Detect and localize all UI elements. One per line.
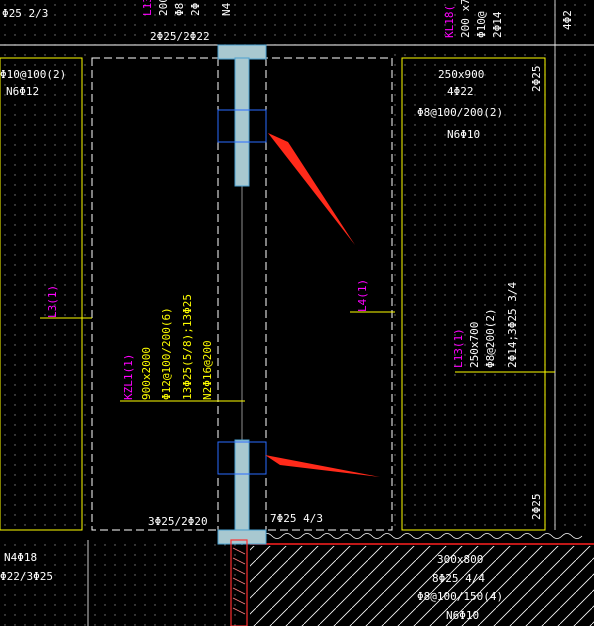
label-top-col-a-2: 200 (157, 0, 170, 16)
label-bottom-mid-rebar: 7Φ25 4/3 (270, 512, 323, 525)
label-bottom-right-2: 8Φ25 4/4 (432, 572, 485, 585)
label-right-beam-side: N6Φ10 (447, 128, 480, 141)
label-top-col-a-1: L13 (141, 0, 154, 16)
label-top-col-b: N4 (220, 2, 233, 16)
label-kl-top-right-4: 2Φ14 (491, 11, 504, 38)
label-right-top-4: 4Φ2 (561, 10, 574, 30)
label-bottom-left-1: N4Φ18 (4, 551, 37, 564)
label-kzl-3: Φ12@100/200(6) (160, 307, 173, 400)
label-right-beam-stirrup: Φ8@100/200(2) (417, 106, 503, 119)
label-kl-top-right-1: KL18( (443, 5, 456, 38)
label-top-col-a-3: Φ8 (173, 3, 186, 16)
label-left-side-bar: N6Φ12 (6, 85, 39, 98)
label-bottom-left-rebar: 3Φ25/2Φ20 (148, 515, 208, 528)
label-right-vert-top: 2Φ25 (530, 66, 543, 93)
label-kl-top-right-3: Φ10@ (475, 11, 488, 38)
cad-drawing-canvas[interactable]: Φ25 2/3 L13 200 Φ8 2Φ N4 2Φ25/2Φ22 Φ10@1… (0, 0, 594, 626)
label-right-beam-size: 250x900 (438, 68, 484, 81)
label-top-beam-rebar: 2Φ25/2Φ22 (150, 30, 210, 43)
label-bottom-right-3: Φ8@100/150(4) (417, 590, 503, 603)
label-right-vert-bottom: 2Φ25 (530, 494, 543, 521)
label-top-col-a-4: 2Φ (189, 3, 202, 16)
label-kzl-4: 13Φ25(5/8);13Φ25 (181, 294, 194, 400)
label-l13-2: 250x700 (468, 322, 481, 368)
label-bottom-right-1: 300x800 (437, 553, 483, 566)
label-l13-4: 2Φ14;3Φ25 3/4 (506, 282, 519, 368)
label-l13-1: L13(1) (452, 328, 465, 368)
ground-texture (261, 533, 583, 539)
ground-hatch-area (250, 546, 594, 626)
grid-area-top (0, 0, 594, 45)
label-bottom-left-2: Φ22/3Φ25 (0, 570, 53, 583)
label-kzl-2: 900x2000 (140, 347, 153, 400)
label-kl-top-right-2: 200 x7 (459, 0, 472, 38)
label-left-stirrup: Φ10@100(2) (0, 68, 66, 81)
label-l13-3: Φ8@200(2) (484, 308, 497, 368)
label-left-beam-id: L3(1) (46, 285, 59, 318)
label-right-beam-top: 4Φ22 (447, 85, 474, 98)
label-bottom-right-4: N6Φ10 (446, 609, 479, 622)
label-top-left-partial: Φ25 2/3 (2, 7, 48, 20)
label-l4: L4(1) (356, 279, 369, 312)
label-kzl-1: KZL1(1) (122, 354, 135, 400)
label-kzl-5: N2Φ16@200 (201, 340, 214, 400)
